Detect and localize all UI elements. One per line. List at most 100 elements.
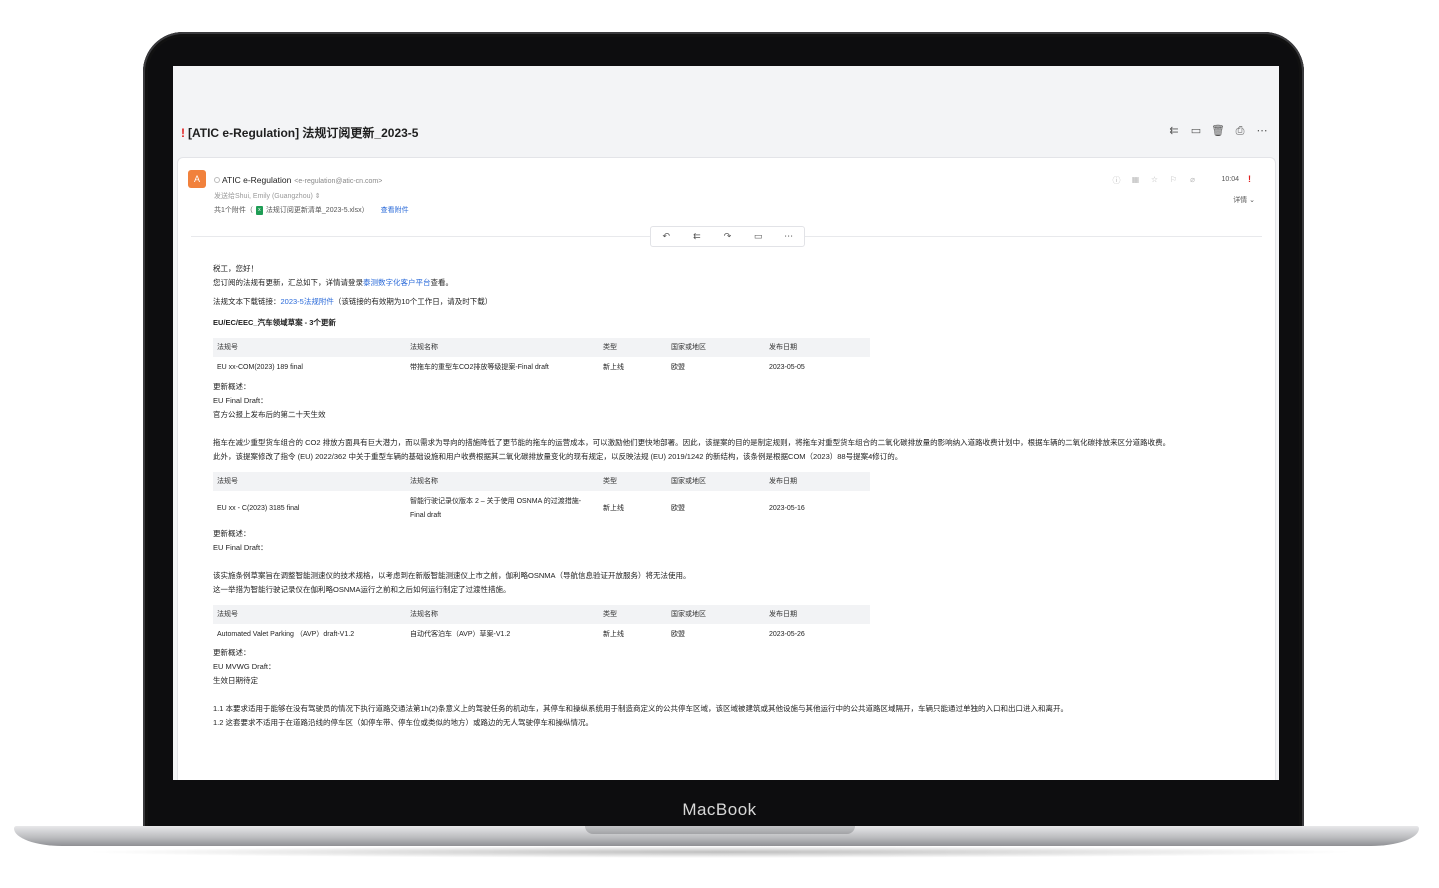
column-header: 法规名称 [406, 605, 599, 624]
sender-line: ATIC e-Regulation <e-regulation@atic-cn.c… [214, 175, 382, 185]
table-cell: 新上线 [603, 631, 624, 638]
column-header: 发布日期 [765, 338, 870, 357]
delete-icon[interactable]: 🗑 [1211, 124, 1225, 138]
summary-label: 更新概述： [213, 529, 251, 538]
table-cell: 欧盟 [671, 631, 685, 638]
column-header: 国家或地区 [667, 338, 765, 357]
avatar: A [188, 170, 206, 188]
status-dot-icon [214, 177, 220, 183]
view-attachment-link[interactable]: 查看附件 [381, 205, 409, 215]
download-link[interactable]: 2023-5法规附件 [281, 297, 334, 306]
table-cell: 欧盟 [671, 505, 685, 512]
more-icon[interactable]: ⋯ [773, 227, 804, 246]
move-to-folder-icon[interactable]: ▭ [1189, 124, 1203, 138]
draft-label: EU MVWG Draft： [213, 662, 276, 671]
video-icon[interactable]: ▭ [743, 227, 774, 246]
grid-icon[interactable]: ▦ [1131, 175, 1140, 186]
star-icon[interactable]: ☆ [1150, 175, 1159, 186]
table-row: Automated Valet Parking （AVP）draft-V1.2 … [213, 624, 870, 646]
recipient-line[interactable]: 发送给Shui, Emily (Guangzhou) ⇕ [214, 191, 321, 201]
more-icon[interactable]: ⋯ [1255, 124, 1269, 138]
sender-name[interactable]: ATIC e-Regulation [222, 175, 291, 185]
column-header: 发布日期 [765, 472, 870, 491]
table-cell: EU xx-COM(2023) 189 final [217, 364, 303, 371]
column-header: 发布日期 [765, 605, 870, 624]
details-toggle[interactable]: 详情 ⌄ [1233, 195, 1255, 205]
platform-link[interactable]: 泰测数字化客户平台 [363, 278, 431, 287]
laptop-shadow [80, 846, 1360, 858]
column-header: 法规号 [213, 605, 406, 624]
screen: ! [ATIC e-Regulation] 法规订阅更新_2023-5 ⇇ ▭ 🗑… [173, 66, 1279, 780]
important-icon: ! [1248, 174, 1251, 184]
flag-icon[interactable]: ⚐ [1169, 175, 1178, 186]
excel-file-icon: x [255, 205, 263, 215]
paperclip-icon[interactable]: ⌀ [1188, 175, 1197, 186]
summary-paragraph: 此外，该提案修改了指令 (EU) 2022/362 中关于重型车辆的基础设施和用… [213, 452, 903, 461]
table-cell: 自动代客泊车（AVP）草案-V1.2 [410, 631, 511, 638]
download-line: 法规文本下载链接：2023-5法规附件（该链接的有效期为10个工作日，请及时下载… [213, 295, 1263, 309]
message-meta-icons: ⓘ ▦ ☆ ⚐ ⌀ [1112, 175, 1197, 186]
table-cell: 2023-05-05 [769, 364, 805, 371]
intro-suffix: 查看。 [430, 278, 454, 287]
summary-label: 更新概述： [213, 648, 251, 657]
summary-paragraph: 1.2 这套要求不适用于在道路沿线的停车区（如停车带、停车位或类似的地方）或路边… [213, 718, 594, 727]
table-cell: EU xx - C(2023) 3185 final [217, 505, 300, 512]
email-body: 税工，您好！ 您订阅的法规有更新，汇总如下，详情请登录泰测数字化客户平台查看。 … [213, 262, 1263, 730]
column-header: 法规号 [213, 338, 406, 357]
section-title: EU/EC/EEC_汽车领域草案 - 3个更新 [213, 318, 336, 327]
email-subject: ! [ATIC e-Regulation] 法规订阅更新_2023-5 [181, 124, 418, 141]
subject-text: [ATIC e-Regulation] 法规订阅更新_2023-5 [188, 126, 419, 140]
table-header-row: 法规号 法规名称 类型 国家或地区 发布日期 [213, 605, 870, 624]
column-header: 法规名称 [406, 338, 599, 357]
table-row: EU xx-COM(2023) 189 final 带拖车的重型车CO2排放等级… [213, 357, 870, 379]
table-cell: 新上线 [603, 364, 624, 371]
table-cell: 新上线 [603, 505, 624, 512]
column-header: 国家或地区 [667, 605, 765, 624]
intro-text: 您订阅的法规有更新，汇总如下，详情请登录 [213, 278, 363, 287]
draft-label: EU Final Draft： [213, 543, 268, 552]
table-header-row: 法规号 法规名称 类型 国家或地区 发布日期 [213, 472, 870, 491]
regulation-table: 法规号 法规名称 类型 国家或地区 发布日期 EU xx - C(2023) 3… [213, 472, 870, 527]
intro-line: 您订阅的法规有更新，汇总如下，详情请登录泰测数字化客户平台查看。 [213, 276, 1263, 290]
table-header-row: 法规号 法规名称 类型 国家或地区 发布日期 [213, 338, 870, 357]
column-header: 类型 [599, 472, 667, 491]
download-label: 法规文本下载链接： [213, 297, 281, 306]
attachment-name[interactable]: 法规订阅更新清单_2023-5.xlsx） [266, 205, 369, 215]
draft-note: 生效日期待定 [213, 676, 258, 685]
column-header: 类型 [599, 338, 667, 357]
email-toolbar: ⇇ ▭ 🗑 ⎙ ⋯ [1167, 124, 1269, 138]
regulation-table: 法规号 法规名称 类型 国家或地区 发布日期 EU xx-COM(2023) 1… [213, 338, 870, 379]
device-brand-label: MacBook [682, 800, 757, 819]
reply-icon[interactable]: ↶ [651, 227, 682, 246]
download-note: （该链接的有效期为10个工作日，请及时下载） [333, 297, 493, 306]
table-cell: Automated Valet Parking （AVP）draft-V1.2 [217, 631, 355, 638]
table-row: EU xx - C(2023) 3185 final 智能行驶记录仪版本 2 –… [213, 491, 870, 527]
summary-paragraph: 1.1 本要求适用于能够在没有驾驶员的情况下执行道路交通法第1h(2)条意义上的… [213, 704, 1069, 713]
info-icon[interactable]: ⓘ [1112, 175, 1121, 186]
regulation-table: 法规号 法规名称 类型 国家或地区 发布日期 Automated Valet P… [213, 605, 870, 646]
summary-paragraph: 该实施条例草案旨在调整智能测速仪的技术规格，以考虑到在新版智能测速仪上市之前，伽… [213, 571, 691, 580]
email-card: A ATIC e-Regulation <e-regulation@atic-cn… [177, 157, 1276, 780]
table-cell: 2023-05-16 [769, 505, 805, 512]
reply-all-icon[interactable]: ⇇ [1167, 124, 1181, 138]
print-icon[interactable]: ⎙ [1233, 124, 1247, 138]
table-cell: 带拖车的重型车CO2排放等级提案-Final draft [410, 364, 549, 371]
table-cell: 欧盟 [671, 364, 685, 371]
summary-paragraph: 拖车在减少重型货车组合的 CO2 排放方面具有巨大潜力，而以需求为导向的措施降低… [213, 438, 1171, 447]
sent-time: 10:04 [1221, 176, 1239, 183]
attachment-count: 共1个附件（ [214, 207, 253, 214]
summary-paragraph: 这一举措为智能行驶记录仪在伽利略OSNMA运行之前和之后如何运行制定了过渡性措施… [213, 585, 511, 594]
column-header: 法规号 [213, 472, 406, 491]
column-header: 国家或地区 [667, 472, 765, 491]
sender-address: <e-regulation@atic-cn.com> [294, 178, 383, 185]
forward-icon[interactable]: ↷ [712, 227, 743, 246]
column-header: 类型 [599, 605, 667, 624]
table-cell: 2023-05-26 [769, 631, 805, 638]
laptop-notch [585, 826, 855, 834]
table-cell: 智能行驶记录仪版本 2 – 关于使用 OSNMA 的过渡措施-Final dra… [410, 498, 582, 519]
column-header: 法规名称 [406, 472, 599, 491]
attachment-line: 共1个附件（ x 法规订阅更新清单_2023-5.xlsx） 查看附件 [214, 205, 409, 215]
draft-note: 官方公报上发布后的第二十天生效 [213, 410, 326, 419]
subject-bar: ! [ATIC e-Regulation] 法规订阅更新_2023-5 ⇇ ▭ 🗑… [173, 66, 1279, 158]
reply-all-icon[interactable]: ⇇ [682, 227, 713, 246]
